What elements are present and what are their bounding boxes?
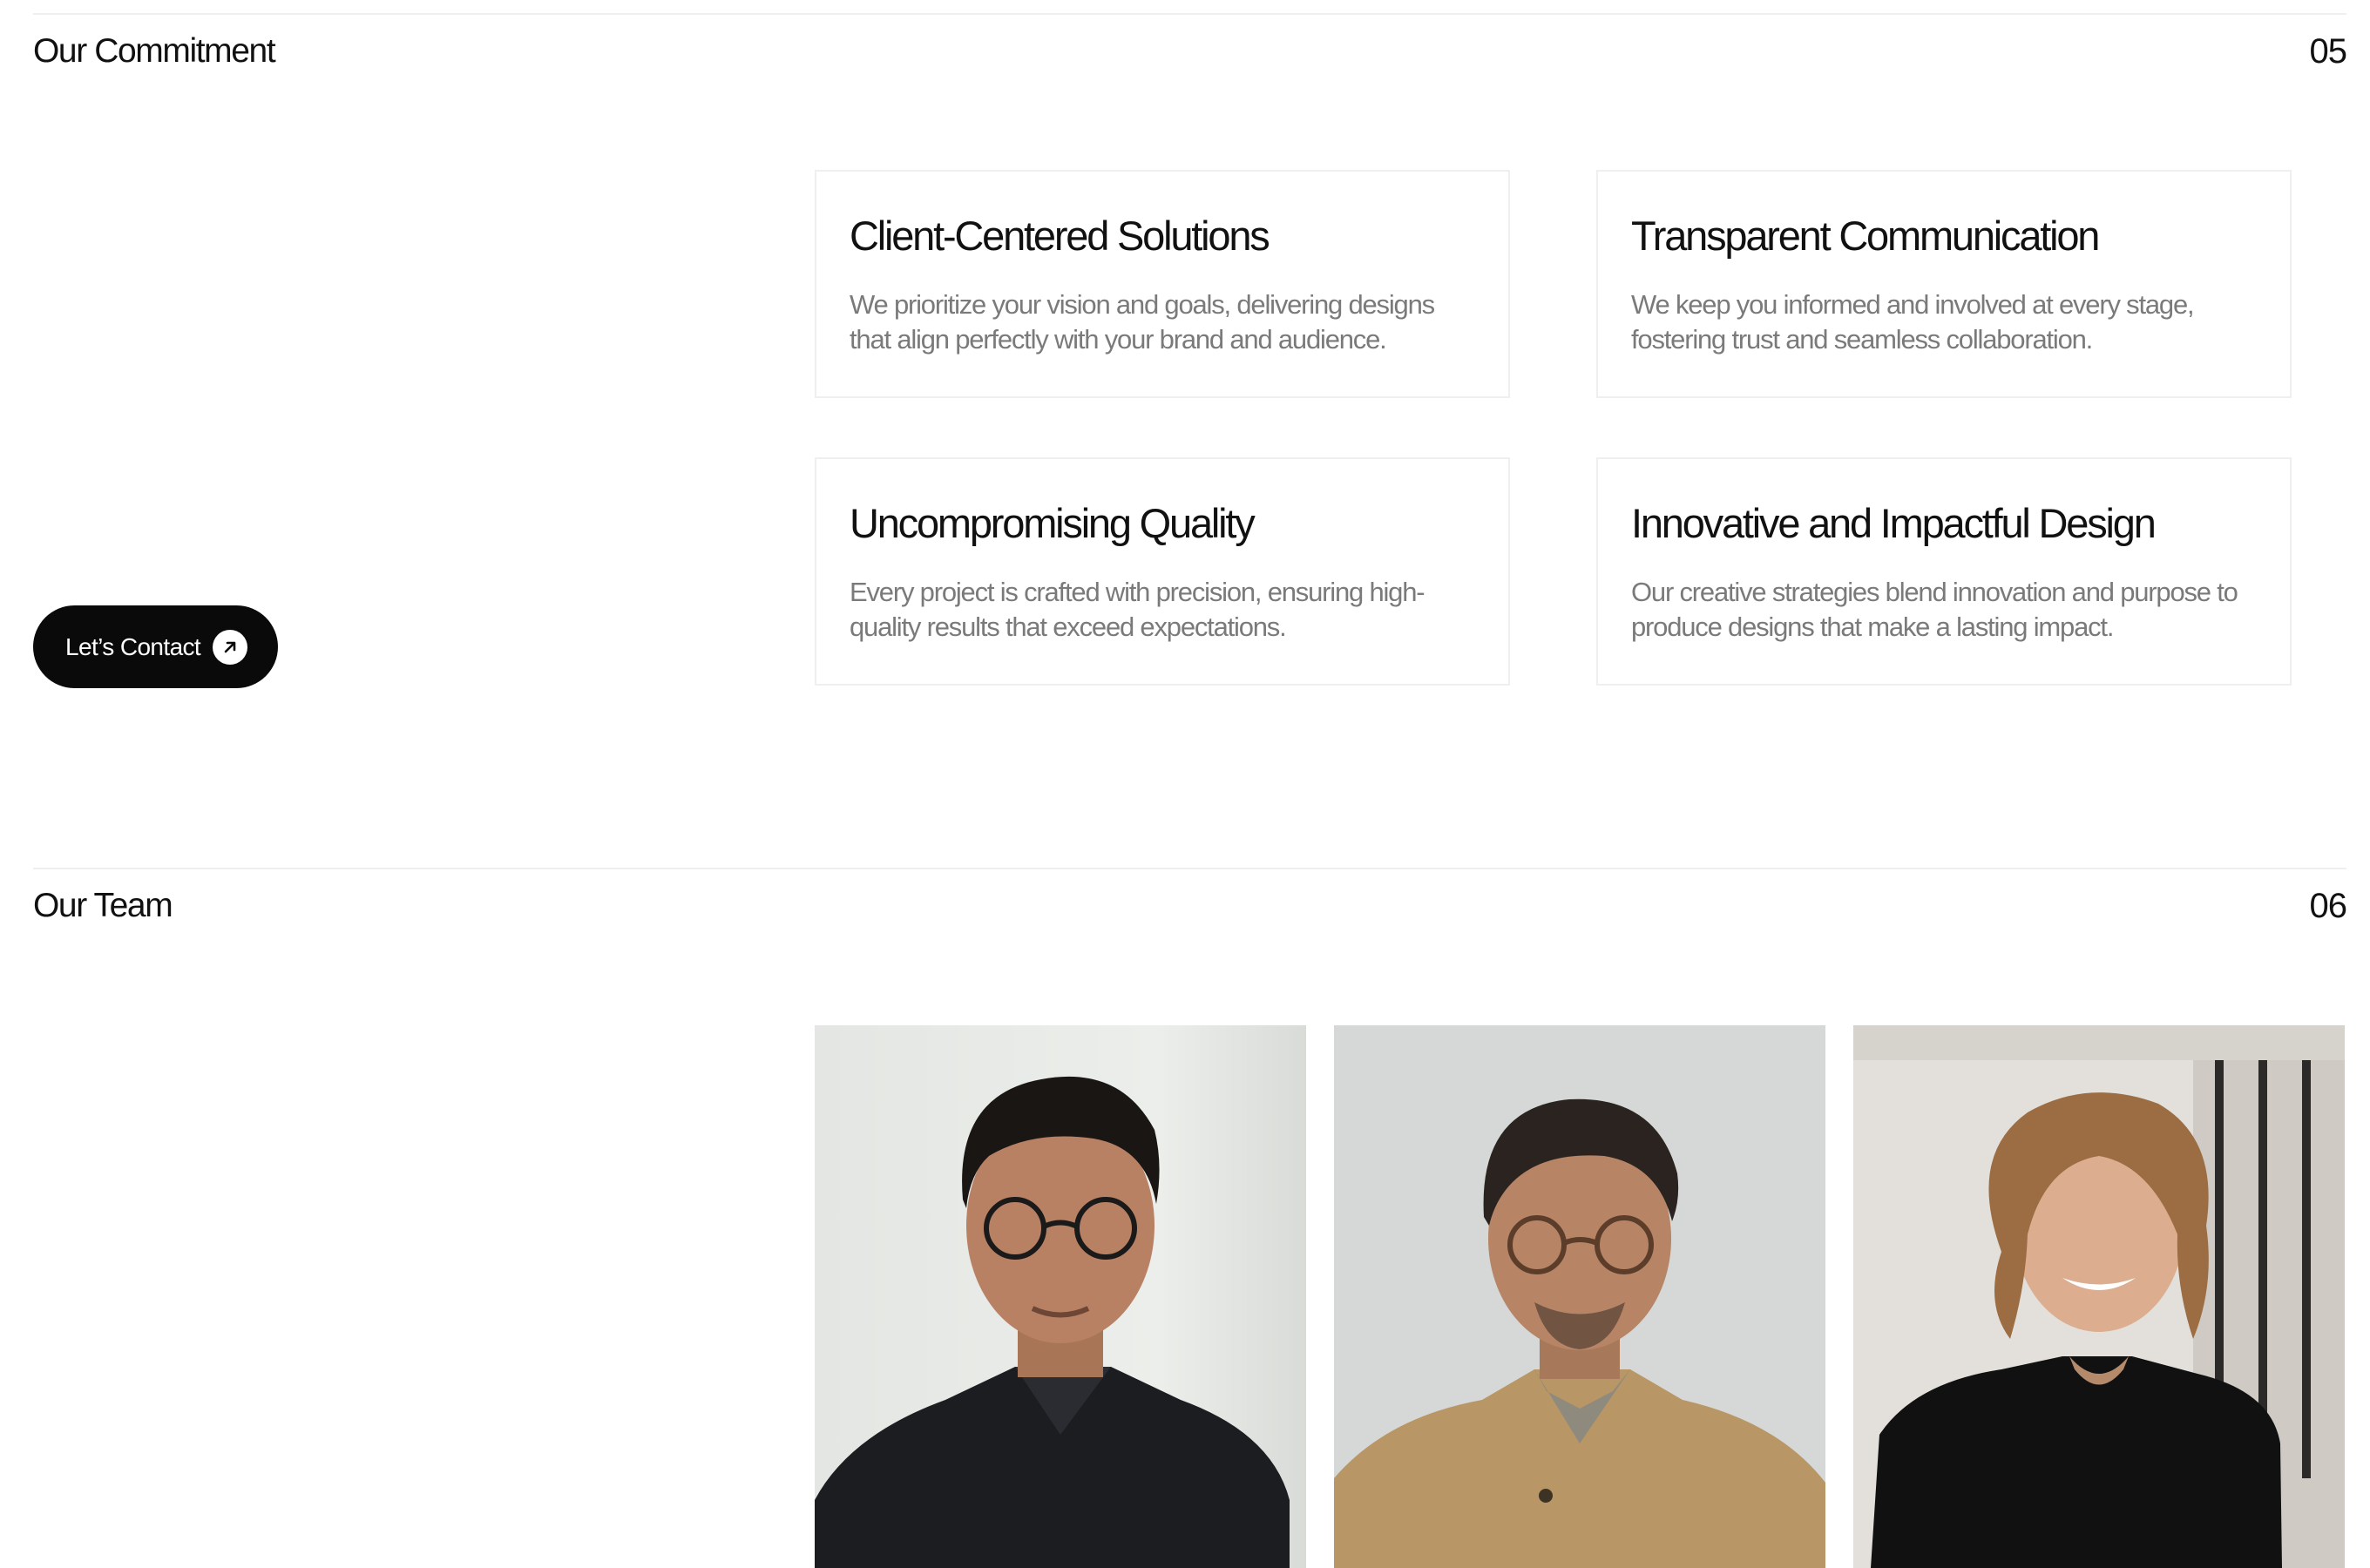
card-description: We keep you informed and involved at eve… [1631,289,2195,355]
commitment-section-number: 05 [2309,32,2347,71]
team-member-photo [815,1025,1306,1568]
card-title: Uncompromising Quality [850,500,1256,546]
commitment-card-innovative: Innovative and Impactful Design Our crea… [1596,457,2292,686]
commitment-section-title: Our Commitment [33,32,276,70]
arrow-up-right-icon [213,629,248,665]
team-section-number: 06 [2309,887,2347,925]
contact-button-label: Let’s Contact [65,632,201,660]
commitment-card-client-centered: Client-Centered Solutions We prioritize … [815,170,1510,398]
commitment-card-quality: Uncompromising Quality Every project is … [815,457,1510,686]
team-member-photo [1853,1025,2345,1568]
card-title: Client-Centered Solutions [850,213,1270,259]
commitment-card-transparent: Transparent Communication We keep you in… [1596,170,2292,398]
team-section-title: Our Team [33,887,173,924]
team-member-photo [1334,1025,1825,1568]
card-description: Our creative strategies blend innovation… [1631,577,2238,642]
card-description: We prioritize your vision and goals, del… [850,289,1435,355]
card-title: Transparent Communication [1631,213,2100,259]
lets-contact-button[interactable]: Let’s Contact [33,605,278,688]
card-title: Innovative and Impactful Design [1631,500,2157,546]
section-divider [33,868,2346,869]
card-description: Every project is crafted with precision,… [850,577,1425,642]
section-divider [33,13,2346,15]
